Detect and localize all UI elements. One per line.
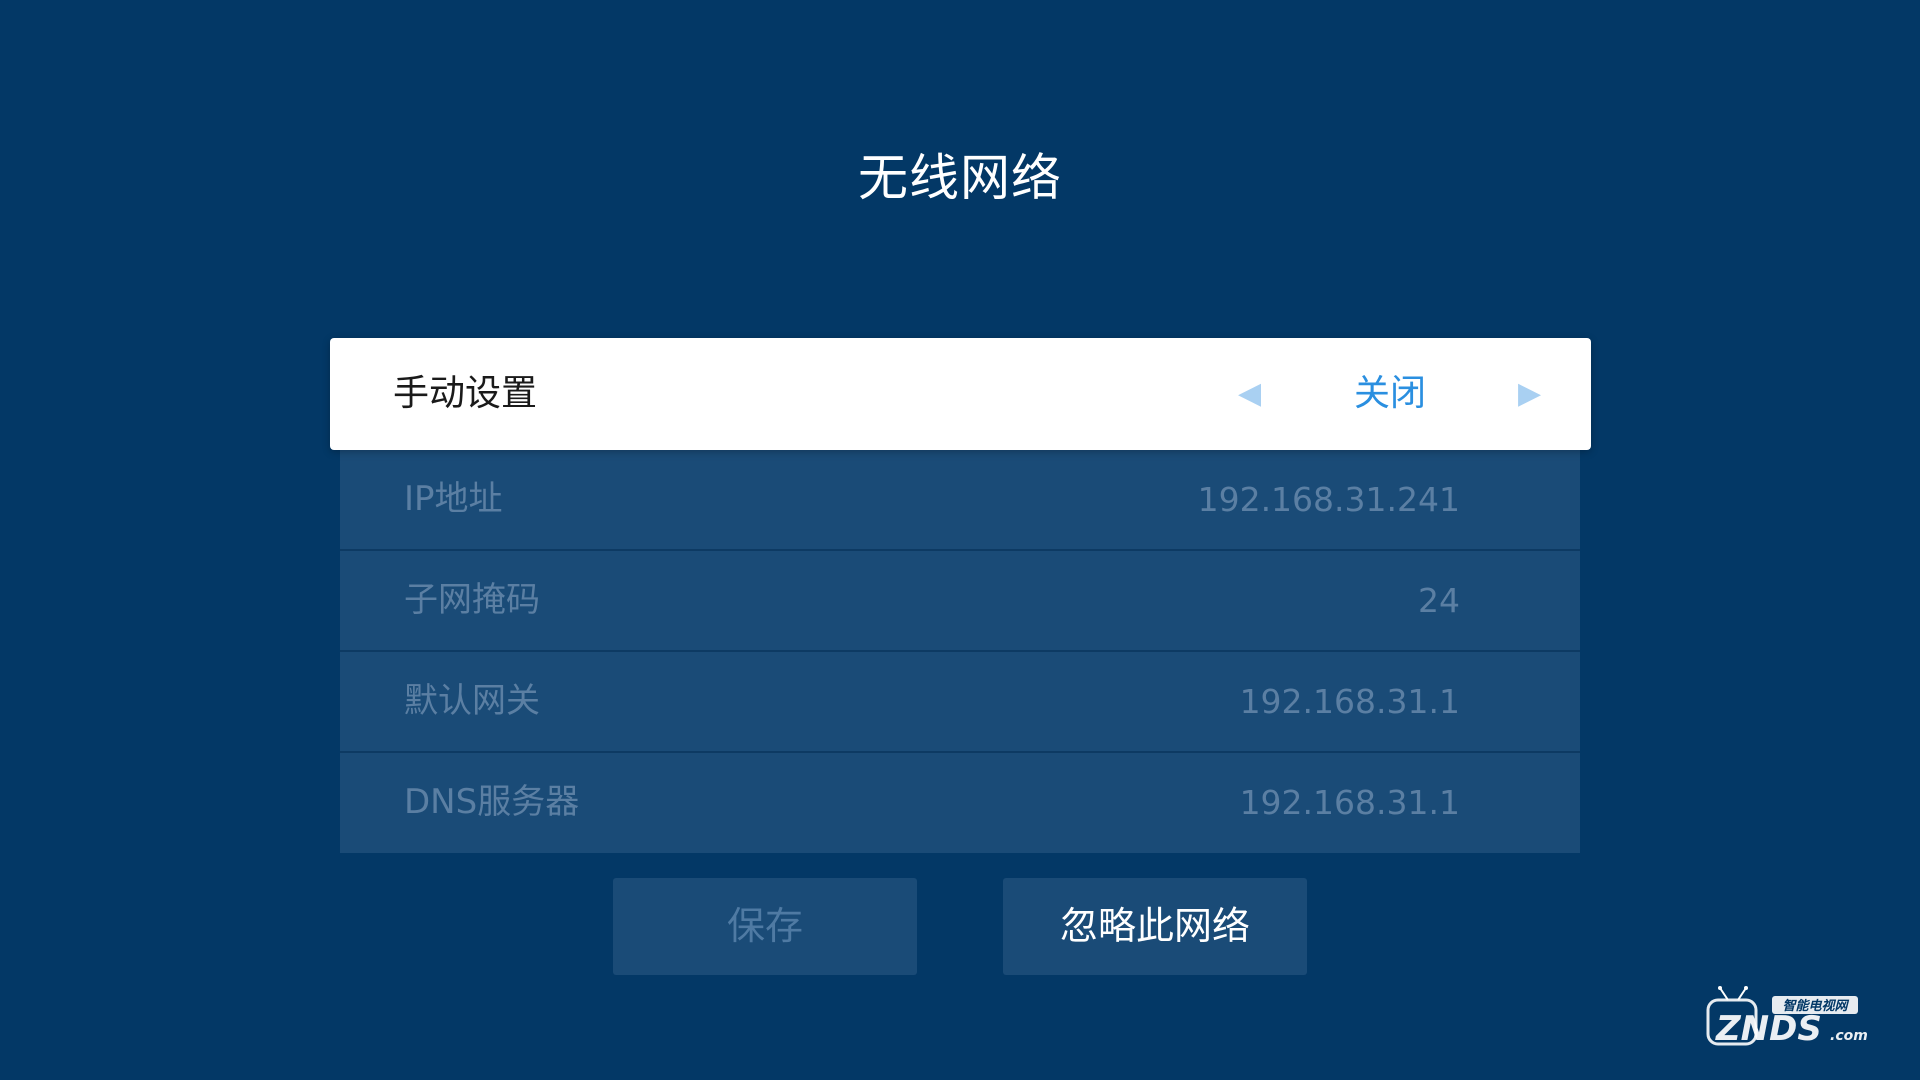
subnet-mask-value: 24 — [1418, 581, 1460, 620]
dns-server-value: 192.168.31.1 — [1239, 783, 1460, 822]
action-buttons: 保存 忽略此网络 — [0, 878, 1920, 975]
wireless-network-screen: 无线网络 手动设置 ◀ 关闭 ▶ IP地址 192.168.31.241 子网掩… — [0, 0, 1920, 1080]
default-gateway-label: 默认网关 — [404, 681, 540, 721]
manual-setting-value: 关闭 — [1353, 373, 1426, 414]
dns-server-label: DNS服务器 — [404, 782, 580, 822]
ip-address-value: 192.168.31.241 — [1197, 480, 1460, 519]
znds-watermark-logo: 智能电视网 ZNDS .com — [1702, 984, 1872, 1054]
dns-server-row: DNS服务器 192.168.31.1 — [340, 753, 1580, 853]
manual-setting-row[interactable]: 手动设置 ◀ 关闭 ▶ — [330, 338, 1591, 450]
default-gateway-value: 192.168.31.1 — [1239, 682, 1460, 721]
default-gateway-row: 默认网关 192.168.31.1 — [340, 652, 1580, 753]
chevron-left-icon[interactable]: ◀ — [1238, 338, 1261, 450]
ip-address-row: IP地址 192.168.31.241 — [340, 450, 1580, 551]
subnet-mask-label: 子网掩码 — [404, 580, 540, 620]
forget-network-button[interactable]: 忽略此网络 — [1003, 878, 1307, 975]
svg-text:.com: .com — [1830, 1028, 1868, 1044]
svg-text:ZNDS: ZNDS — [1715, 1009, 1822, 1049]
subnet-mask-row: 子网掩码 24 — [340, 551, 1580, 652]
network-info-list: IP地址 192.168.31.241 子网掩码 24 默认网关 192.168… — [340, 450, 1580, 853]
settings-panel: 手动设置 ◀ 关闭 ▶ IP地址 192.168.31.241 子网掩码 24 … — [330, 338, 1591, 853]
tv-logo-icon: 智能电视网 ZNDS .com — [1706, 986, 1868, 1049]
ip-address-label: IP地址 — [404, 479, 503, 519]
chevron-right-icon[interactable]: ▶ — [1518, 338, 1541, 450]
save-button[interactable]: 保存 — [613, 878, 917, 975]
manual-setting-label: 手动设置 — [393, 373, 538, 414]
page-title: 无线网络 — [858, 149, 1062, 207]
